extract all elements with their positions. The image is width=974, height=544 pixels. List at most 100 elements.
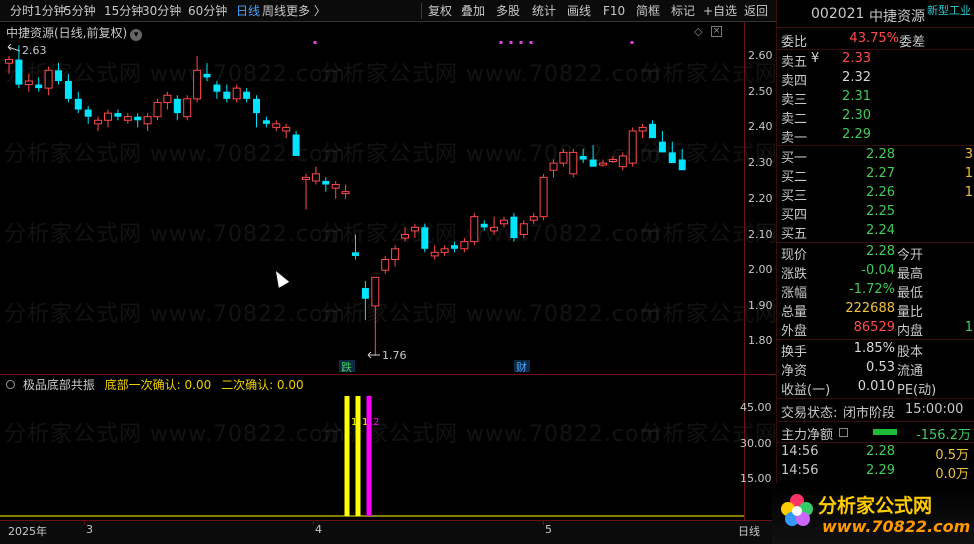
candle-body [243,91,251,99]
tab-daily[interactable]: 日线 [236,0,260,22]
candle-body [35,84,43,89]
buy-row[interactable]: 买五 2.24 [777,223,974,242]
date-label: 3 [86,523,93,536]
trade-status-row: 交易状态: 闭市阶段 15:00:00 [777,402,974,421]
candle-body [74,98,82,110]
candle-body [529,216,538,221]
date-label: 2025年 [8,525,47,538]
stat-label: 现价 [781,248,808,263]
period-label[interactable]: 日线 [738,523,760,539]
date-tick [543,521,544,525]
sell-row[interactable]: 卖五 ¥2.33 [777,51,974,70]
candle-body [15,59,23,85]
price-tick: 1.90 [748,299,773,312]
candlestick-chart[interactable]: 2.63 1.76 跌 财 [0,40,744,372]
event-marker[interactable] [509,41,513,44]
close-icon[interactable]: × [711,26,722,37]
currency-icon: ¥ [811,51,820,66]
fundamental-row: 换手 1.85% 股本 [777,341,974,360]
sell-row[interactable]: 卖一 2.29 [777,127,974,146]
candle-body [94,119,103,125]
overlay-button[interactable]: 叠加 [461,0,485,22]
candle-body [391,248,400,260]
f10-button[interactable]: F10 [603,0,625,22]
candle-body [203,73,211,78]
candle-body [490,226,499,232]
weibi-value: 43.75% [849,31,899,46]
mark-button[interactable]: 标记 [671,0,695,22]
candle-body [579,155,587,160]
candle-body [341,191,350,195]
buy-label: 买四 [781,208,808,223]
sell-row[interactable]: 卖二 2.30 [777,108,974,127]
fuquan-button[interactable]: 复权 [428,0,452,22]
stat-value-secondary: 1 [964,320,973,335]
stat-label: 外盘 [781,324,808,339]
diamond-icon[interactable]: ◇ [694,25,702,38]
logo-url: www.70822.com [822,517,971,536]
buy-label: 买五 [781,227,808,242]
candle-body [153,101,162,118]
fundamental-row: 收益(一) 0.010 PE(动) [777,379,974,398]
candle-body [232,87,241,100]
sell-row[interactable]: 卖四 2.32 [777,70,974,89]
price-tick: 2.40 [748,120,773,133]
buy-row[interactable]: 买一 2.28 3 [777,147,974,166]
buy-row[interactable]: 买三 2.26 1 [777,185,974,204]
candle-body [618,155,627,168]
sell-price: 2.33 [842,51,871,66]
circle-icon[interactable] [6,380,15,389]
indicator-bar-label: 2 [373,417,379,428]
stats-button[interactable]: 统计 [532,0,556,22]
event-marker[interactable] [630,41,634,44]
buy-price: 2.28 [866,147,895,162]
tab-60min[interactable]: 60分钟 [188,0,227,22]
tick-row: 14:56 2.28 0.5万 [777,444,974,463]
indicator-label-first: 底部一次确认: 0.00 [104,378,212,392]
candle-body [173,98,181,114]
sector-badge[interactable]: 新型工业 [927,2,971,18]
sell-label: 卖一 [781,131,808,146]
date-label: 4 [315,523,322,536]
tab-15min[interactable]: 15分钟 [104,0,143,22]
stat-row: 涨跌 -0.04 最高 [777,263,974,282]
event-badge-label: 财 [516,360,527,372]
add-favorite-button[interactable]: +自选 [703,0,737,22]
fundamental-value: 0.010 [857,379,895,394]
site-logo: 分析家公式网 www.70822.com [772,483,974,544]
multi-stock-button[interactable]: 多股 [496,0,520,22]
date-axis: 2025年 3 4 5 日线 [0,520,776,544]
tab-fenshi[interactable]: 分时 [10,0,34,22]
tab-more[interactable]: 更多 〉 [286,0,326,22]
sell-price: 2.31 [842,89,871,104]
tab-30min[interactable]: 30分钟 [142,0,181,22]
simple-frame-button[interactable]: 简框 [636,0,660,22]
candle-body [500,219,508,225]
event-marker[interactable] [519,41,523,44]
candle-body [451,245,458,249]
buy-row[interactable]: 买四 2.25 [777,204,974,223]
indicator-tick: 45.00 [740,401,772,414]
sell-row[interactable]: 卖三 2.31 [777,89,974,108]
tab-5min[interactable]: 5分钟 [64,0,96,22]
event-marker[interactable] [529,41,533,44]
candle-body [272,123,281,128]
chart-title[interactable]: 中捷资源(日线,前复权) ▾ [6,24,143,41]
divider [777,27,974,28]
list-icon[interactable] [839,428,848,437]
draw-line-button[interactable]: 画线 [567,0,591,22]
event-marker[interactable] [499,41,503,44]
candle-body [638,126,647,132]
candle-body [183,98,192,118]
indicator-chart[interactable]: 112 [0,392,744,520]
stat-label-secondary: 最高 [897,267,924,282]
sell-price: 2.29 [842,127,871,142]
back-button[interactable]: 返回 [744,0,768,22]
indicator-tick: 30.00 [740,437,772,450]
tab-1min[interactable]: 1分钟 [34,0,66,22]
toolbar-divider [421,3,422,19]
buy-row[interactable]: 买二 2.27 1 [777,166,974,185]
candle-body [5,59,13,64]
tab-weekly[interactable]: 周线 [262,0,286,22]
event-marker[interactable] [313,41,317,44]
